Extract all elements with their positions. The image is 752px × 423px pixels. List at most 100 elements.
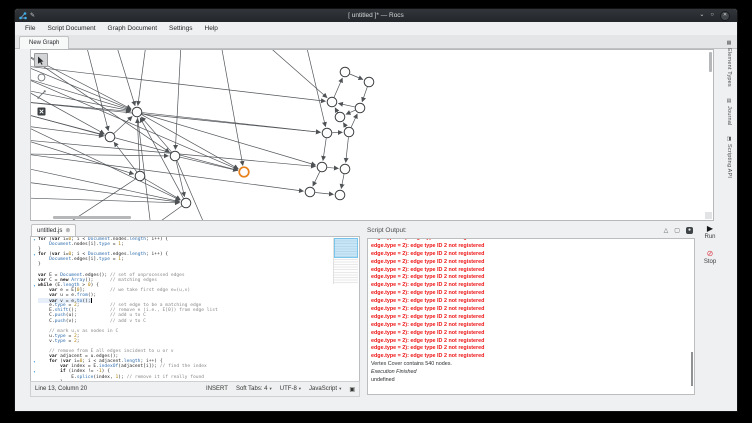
graph-edge[interactable]: [31, 154, 169, 156]
right-dock-strip: ▦Element Types ▤Journal ◨Scripting API: [722, 35, 736, 411]
graph-node[interactable]: [364, 77, 374, 87]
graph-node[interactable]: [305, 187, 315, 197]
graph-edge[interactable]: [31, 154, 304, 191]
output-error-line: edge.type = 2): edge type ID 2 not regis…: [371, 298, 694, 306]
graph-node[interactable]: [181, 198, 191, 208]
code-text: Document.nodes[i].type = 1;: [38, 242, 124, 247]
graph-edge[interactable]: [151, 206, 182, 220]
output-error-line: edge.type = 2): edge type ID 2 not regis…: [371, 282, 694, 290]
graph-edge[interactable]: [346, 110, 355, 114]
graph-edge[interactable]: [313, 172, 320, 186]
graph-edge[interactable]: [138, 50, 146, 106]
graph-edge[interactable]: [86, 50, 108, 131]
run-button[interactable]: ▶ Run: [704, 225, 715, 240]
edge-line-icon: [37, 90, 46, 99]
graph-edge[interactable]: [335, 108, 337, 113]
minimap-viewport[interactable]: [334, 238, 358, 258]
cursor-position-label[interactable]: Line 13, Column 20: [35, 386, 87, 392]
graph-edge[interactable]: [341, 174, 344, 189]
clear-output-icon[interactable]: ●: [686, 227, 693, 234]
close-icon[interactable]: ✕: [720, 11, 730, 21]
minimize-icon[interactable]: ⌄: [699, 11, 704, 20]
graph-node[interactable]: [327, 97, 337, 107]
editor-tab-label: untitled.js: [37, 228, 62, 234]
graph-edge[interactable]: [351, 114, 357, 127]
graph-node[interactable]: [335, 112, 345, 122]
scripting-api-icon: ◨: [727, 137, 732, 142]
graph-edge[interactable]: [176, 161, 184, 197]
graph-edge[interactable]: [266, 50, 327, 98]
graph-edge[interactable]: [343, 123, 346, 128]
script-output-console[interactable]: edge.type = 2): edge type ID 2 not regis…: [367, 238, 695, 395]
titlebar[interactable]: ✎ [ untitled ]* — Rocs ⌄ ○ ✕: [15, 9, 737, 22]
graph-node[interactable]: [135, 171, 145, 181]
add-edge-tool-button[interactable]: [34, 87, 48, 101]
delete-tool-button[interactable]: [34, 104, 48, 118]
graph-node[interactable]: [340, 164, 350, 174]
rocs-window: ✎ [ untitled ]* — Rocs ⌄ ○ ✕ FileScript …: [14, 8, 738, 412]
menu-help[interactable]: Help: [199, 25, 224, 32]
menu-file[interactable]: File: [19, 25, 41, 32]
graph-edge[interactable]: [323, 138, 326, 160]
graph-edge[interactable]: [31, 54, 170, 152]
graph-node[interactable]: [340, 67, 350, 77]
language-select[interactable]: JavaScript ▾: [309, 386, 341, 392]
side-tab-element-types[interactable]: ▦Element Types: [726, 41, 732, 87]
graph-node[interactable]: [132, 107, 142, 117]
graph-node[interactable]: [344, 127, 354, 137]
graph-node[interactable]: [105, 132, 115, 142]
vertical-scrollbar[interactable]: [709, 52, 712, 72]
delete-icon: [37, 107, 46, 116]
graph-edge[interactable]: [350, 74, 363, 80]
graph-edge[interactable]: [142, 113, 320, 133]
graph-edge[interactable]: [31, 114, 238, 170]
graph-edge[interactable]: [177, 161, 206, 220]
graph-edge[interactable]: [144, 179, 180, 200]
output-message-line: Vertex Cover contains 540 nodes.: [371, 361, 694, 369]
output-scrollbar[interactable]: [691, 352, 693, 386]
menu-graph-document[interactable]: Graph Document: [102, 25, 164, 32]
stop-button[interactable]: ⊘ Stop: [704, 250, 716, 265]
minimap-scrollbar[interactable]: [333, 238, 358, 284]
menu-settings[interactable]: Settings: [163, 25, 199, 32]
status-right: INSERT Soft Tabs: 4 ▾ UTF-8 ▾ JavaScript…: [206, 386, 355, 393]
side-tab-journal[interactable]: ▤Journal: [726, 99, 732, 125]
graph-edge[interactable]: [306, 50, 326, 127]
code-editor[interactable]: ▾for (var i=0; i < Document.nodes.length…: [30, 236, 360, 385]
output-error-line: edge.type = 2): edge type ID 2 not regis…: [371, 322, 694, 330]
graph-node[interactable]: [170, 151, 180, 161]
encoding-select[interactable]: UTF-8 ▾: [280, 386, 301, 392]
graph-node-selected[interactable]: [239, 167, 249, 177]
graph-edge[interactable]: [338, 103, 355, 107]
graph-node[interactable]: [355, 103, 365, 113]
cursor-arrow-icon: [37, 56, 45, 65]
graph-edge[interactable]: [141, 117, 171, 152]
menu-script-document[interactable]: Script Document: [41, 25, 101, 32]
graph-edge[interactable]: [221, 50, 243, 166]
graph-canvas[interactable]: [30, 49, 714, 221]
side-tab-scripting-api[interactable]: ◨Scripting API: [726, 137, 732, 178]
insert-mode-label[interactable]: INSERT: [206, 386, 228, 392]
add-node-tool-button[interactable]: [34, 70, 48, 84]
tab-new-graph[interactable]: New Graph: [19, 36, 69, 49]
graph-tab-bar: New Graph: [15, 35, 737, 49]
maximize-icon[interactable]: ○: [710, 11, 714, 20]
tab-close-icon[interactable]: ⊗: [65, 228, 70, 234]
circle-node-icon: [37, 73, 46, 82]
graph-edge[interactable]: [334, 78, 342, 97]
graph-edge[interactable]: [346, 137, 349, 162]
editor-settings-icon[interactable]: ▣: [349, 386, 355, 393]
editor-status-bar: Line 13, Column 20 INSERT Soft Tabs: 4 ▾…: [30, 381, 360, 397]
graph-edge[interactable]: [175, 50, 181, 150]
graph-edge[interactable]: [315, 193, 333, 195]
select-move-tool-button[interactable]: [34, 53, 48, 67]
graph-node[interactable]: [317, 162, 327, 172]
graph-node[interactable]: [322, 128, 332, 138]
graph-edge[interactable]: [362, 87, 367, 102]
graph-edge[interactable]: [327, 167, 338, 168]
output-frame-icon[interactable]: ▢: [674, 228, 680, 234]
graph-node[interactable]: [335, 190, 345, 200]
graph-edge[interactable]: [31, 168, 180, 202]
tab-width-select[interactable]: Soft Tabs: 4 ▾: [236, 386, 272, 392]
debug-output-icon[interactable]: △: [664, 228, 669, 234]
